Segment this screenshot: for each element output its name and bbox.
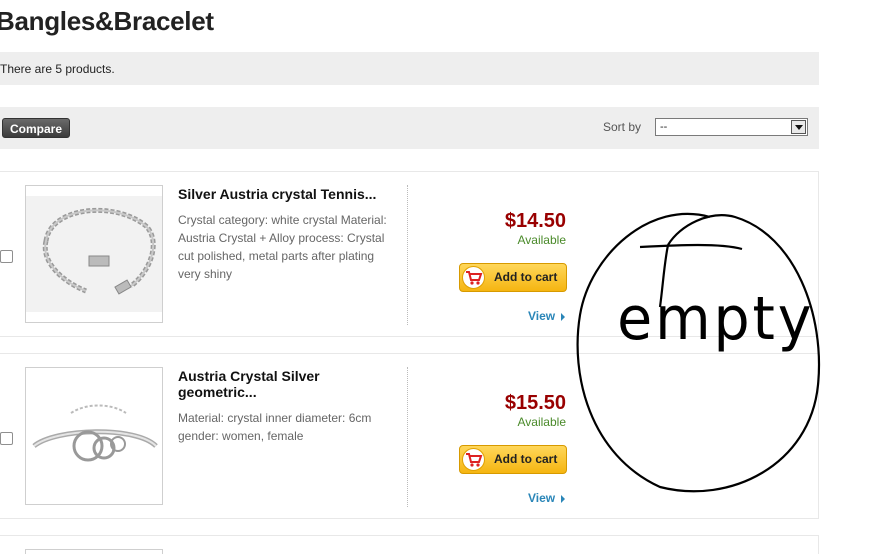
cart-icon xyxy=(462,448,485,471)
product-name-link[interactable]: Silver Austria crystal Tennis... xyxy=(178,186,393,202)
product-price: $15.50 xyxy=(504,392,566,414)
product-row xyxy=(0,535,819,554)
bracelet-image-icon xyxy=(26,196,162,312)
compare-button[interactable]: Compare xyxy=(2,118,70,138)
bracelet-image-icon xyxy=(32,404,158,462)
product-description: Material: crystal inner diameter: 6cm ge… xyxy=(178,411,372,443)
product-toolbar: Compare Sort by -- xyxy=(0,107,819,149)
page-title: Bangles&Bracelet xyxy=(0,6,214,36)
divider xyxy=(407,185,408,325)
sort-select[interactable]: -- xyxy=(655,118,808,136)
product-description: Crystal category: white crystal Material… xyxy=(178,213,387,281)
product-image[interactable] xyxy=(25,367,163,505)
view-link[interactable]: View xyxy=(528,309,566,323)
product-row: Austria Crystal Silver geometric... Mate… xyxy=(0,353,819,519)
availability-label: Available xyxy=(517,233,566,247)
product-count-text: There are 5 products. xyxy=(0,62,115,76)
chevron-down-icon[interactable] xyxy=(791,120,806,134)
product-price: $14.50 xyxy=(504,210,566,232)
compare-checkbox[interactable] xyxy=(0,250,13,263)
add-to-cart-label: Add to cart xyxy=(494,452,558,466)
add-to-cart-button[interactable]: Add to cart xyxy=(459,445,567,474)
compare-checkbox[interactable] xyxy=(0,432,13,445)
product-image[interactable] xyxy=(25,185,163,323)
annotation-text: empty xyxy=(617,284,815,354)
product-image[interactable] xyxy=(25,549,163,554)
sort-label: Sort by xyxy=(603,120,642,134)
view-link[interactable]: View xyxy=(528,491,566,505)
arrow-right-icon xyxy=(561,312,566,321)
view-link-label: View xyxy=(528,309,556,323)
availability-label: Available xyxy=(517,415,566,429)
product-name-link[interactable]: Austria Crystal Silver geometric... xyxy=(178,368,393,400)
view-link-label: View xyxy=(528,491,556,505)
divider xyxy=(407,367,408,507)
cart-icon xyxy=(462,266,485,289)
add-to-cart-label: Add to cart xyxy=(494,270,558,284)
arrow-right-icon xyxy=(561,494,566,503)
add-to-cart-button[interactable]: Add to cart xyxy=(459,263,567,292)
sort-select-value: -- xyxy=(660,121,668,133)
product-count-bar: There are 5 products. xyxy=(0,52,819,85)
